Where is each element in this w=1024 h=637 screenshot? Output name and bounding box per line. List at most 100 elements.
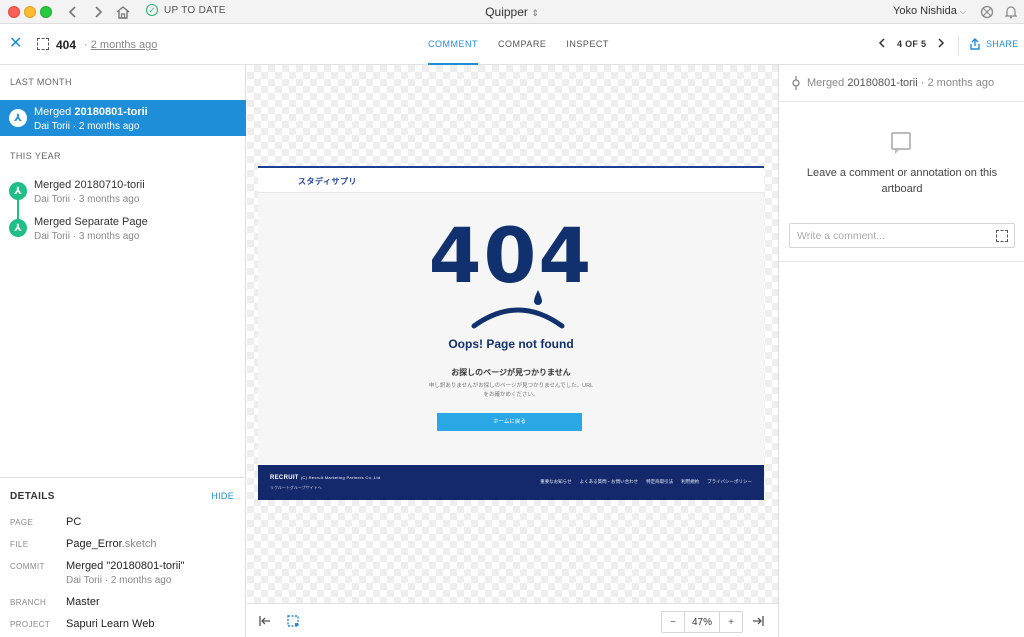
footer-link: 特定商取引法 [646, 479, 674, 484]
sad-face-icon [471, 290, 565, 329]
detail-label-project: PROJECT [10, 620, 51, 629]
sync-status: ✓ UP TO DATE [146, 4, 226, 16]
file-extension: .sketch [121, 538, 157, 550]
artboard-time-link[interactable]: 2 months ago [91, 39, 158, 51]
hide-details-button[interactable]: HIDE [211, 491, 234, 501]
comment-panel: Merged 20180801-torii · 2 months ago Lea… [778, 65, 1024, 637]
collapse-right-icon[interactable] [750, 613, 766, 629]
sync-status-label: UP TO DATE [164, 4, 226, 16]
footer-copyright: (C) Recruit Marketing Partners Co.,Ltd [300, 475, 381, 480]
commit-item[interactable]: ⅄ Merged Separate Page Dai Torii · 3 mon… [0, 210, 246, 246]
panel-commit-prefix: Merged [807, 77, 845, 89]
panel-commit-time: · 2 months ago [920, 77, 995, 89]
commit-title: Merged 20180801-torii [34, 106, 148, 118]
activity-icon[interactable] [978, 3, 996, 21]
history-sidebar: LAST MONTH ⅄ Merged 20180801-torii Dai T… [0, 65, 246, 637]
empty-comments-message: Leave a comment or annotation on this ar… [806, 167, 998, 195]
commit-title: Merged 20180710-torii [34, 179, 145, 191]
annotation-select-icon[interactable] [996, 230, 1008, 242]
home-icon[interactable] [114, 3, 132, 21]
window-maximize-button[interactable] [40, 6, 52, 18]
studysapuri-logo: スタディサプリ [298, 177, 357, 186]
close-icon[interactable]: ✕ [9, 36, 22, 52]
artboard-header: スタディサプリ [258, 168, 764, 193]
title-bar: ✓ UP TO DATE Quipper ⇕ Yoko Nishida ⌵ [0, 0, 1024, 24]
recruit-brand: RECRUIT [270, 475, 299, 481]
detail-value-commit: Merged "20180801-torii" [66, 560, 185, 572]
error-code: 404 [428, 211, 594, 300]
detail-value-project: Sapuri Learn Web [66, 618, 155, 630]
detail-label-page: PAGE [10, 518, 34, 527]
error-headline: Oops! Page not found [448, 337, 574, 351]
footer-link: 重要なお知らせ [540, 479, 572, 484]
recruit-logo: RECRUIT (C) Recruit Marketing Partners C… [270, 475, 380, 481]
section-label-this-year: THIS YEAR [10, 151, 61, 161]
collapse-left-icon[interactable] [257, 613, 273, 629]
commit-prefix: Merged [34, 106, 72, 118]
footer-link: よくある質問・お問い合わせ [579, 479, 639, 484]
details-heading: DETAILS [10, 491, 55, 502]
tab-inspect[interactable]: INSPECT [566, 25, 609, 65]
panel-commit-info: Merged 20180801-torii · 2 months ago [807, 77, 994, 89]
zoom-in-button[interactable]: + [720, 612, 742, 632]
notification-bell-icon[interactable] [1002, 3, 1020, 21]
project-switcher-button[interactable]: Quipper ⇕ [485, 5, 539, 19]
user-menu[interactable]: Yoko Nishida ⌵ [893, 5, 966, 17]
share-label: SHARE [986, 39, 1019, 49]
zoom-level[interactable]: 47% [684, 612, 720, 632]
merge-icon: ⅄ [9, 109, 27, 127]
commit-name: Separate Page [74, 216, 148, 228]
user-name: Yoko Nishida [893, 5, 957, 17]
tab-compare[interactable]: COMPARE [498, 25, 546, 65]
forward-arrow-icon[interactable] [89, 3, 107, 21]
file-name: Page_Error [66, 538, 122, 550]
artboard-preview[interactable]: スタディサプリ 404 Oops! Page not found お探しのページ… [258, 166, 764, 500]
detail-label-file: FILE [10, 540, 29, 549]
share-button[interactable]: SHARE [970, 38, 1019, 50]
panel-commit-name: 20180801-torii [847, 77, 918, 89]
tab-comment[interactable]: COMMENT [428, 25, 478, 65]
divider [958, 35, 959, 55]
comment-panel-header: Merged 20180801-torii · 2 months ago [779, 65, 1024, 102]
previous-artboard-icon[interactable] [878, 38, 885, 50]
commit-icon [791, 76, 801, 93]
separator-dot: · [84, 39, 88, 51]
commit-item[interactable]: ⅄ Merged 20180801-torii Dai Torii · 2 mo… [0, 100, 246, 136]
artboard-canvas[interactable]: スタディサプリ 404 Oops! Page not found お探しのページ… [247, 65, 778, 603]
comment-bubble-icon [891, 132, 911, 154]
commit-prefix: Merged [34, 216, 72, 228]
footer-subtext: リクルートグループサイトへ [270, 485, 322, 490]
artboard-pager: 4 OF 5 [878, 38, 945, 50]
commit-author: Dai Torii · 2 months ago [34, 121, 140, 132]
comment-input[interactable] [797, 229, 987, 243]
error-title-jp: お探しのページが見つかりません [451, 368, 571, 377]
window-close-button[interactable] [8, 6, 20, 18]
commit-author: Dai Torii · 3 months ago [34, 231, 140, 242]
chevron-down-icon: ⌵ [959, 7, 966, 16]
artboard-time: · 2 months ago [84, 39, 157, 51]
next-artboard-icon[interactable] [938, 38, 945, 50]
view-tabs: COMMENT COMPARE INSPECT [428, 25, 609, 65]
detail-value-file: Page_Error.sketch [66, 538, 157, 550]
back-arrow-icon[interactable] [64, 3, 82, 21]
detail-commit-author: Dai Torii · 2 months ago [66, 575, 172, 586]
footer-link: プライバシーポリシー [707, 479, 752, 484]
comment-field[interactable] [789, 223, 1015, 248]
commit-title: Merged Separate Page [34, 216, 148, 228]
pager-label: 4 OF 5 [897, 39, 927, 49]
commit-item[interactable]: ⅄ Merged 20180710-torii Dai Torii · 3 mo… [0, 173, 246, 209]
merge-icon: ⅄ [9, 219, 27, 237]
zoom-control: − 47% + [661, 611, 743, 633]
select-area-icon[interactable] [285, 613, 301, 629]
artboard-title: 404 [56, 38, 77, 52]
footer-links: 重要なお知らせ よくある質問・お問い合わせ 特定商取引法 利用規約 プライバシー… [540, 479, 752, 485]
zoom-out-button[interactable]: − [662, 612, 684, 632]
chevron-updown-icon: ⇕ [531, 8, 539, 18]
section-label-last-month: LAST MONTH [10, 77, 72, 87]
error-body-jp: 申し訳ありませんがお探しのページが見つかりませんでした。URLをお確かめください… [428, 383, 594, 398]
merge-icon: ⅄ [9, 182, 27, 200]
details-panel: DETAILS HIDE PAGE PC FILE Page_Error.ske… [0, 477, 246, 637]
artboard-footer: RECRUIT (C) Recruit Marketing Partners C… [258, 465, 764, 500]
detail-label-commit: COMMIT [10, 562, 45, 571]
window-minimize-button[interactable] [24, 6, 36, 18]
